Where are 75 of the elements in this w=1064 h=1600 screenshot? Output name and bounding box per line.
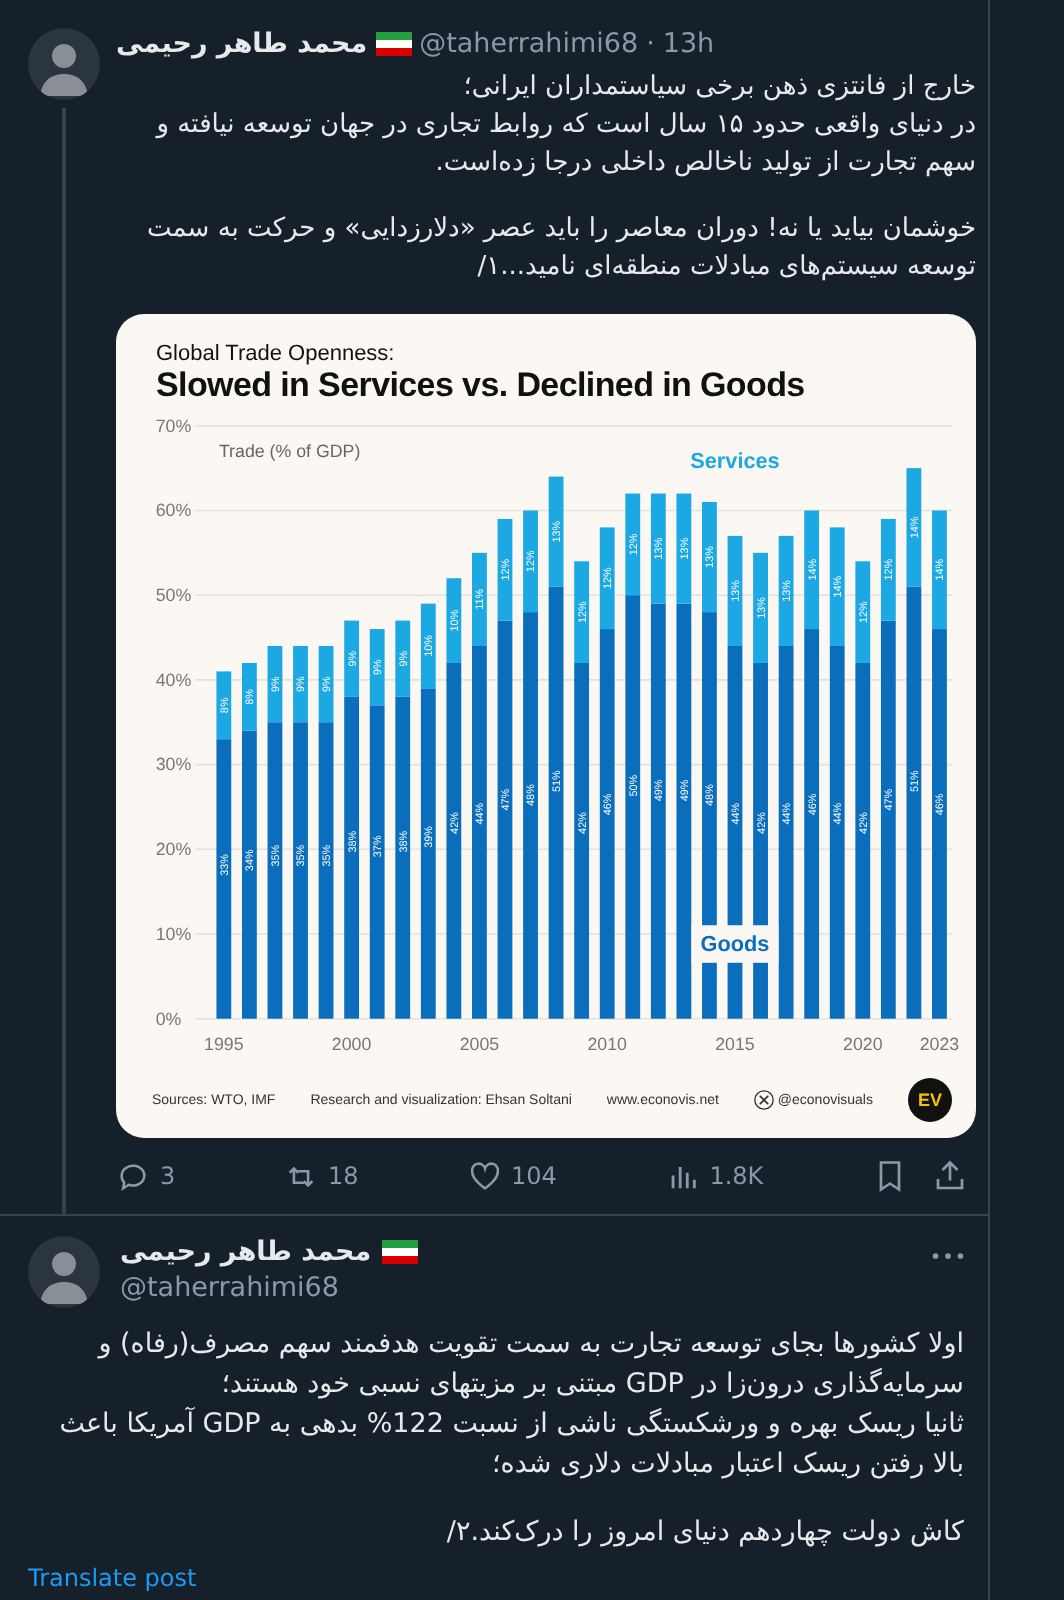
avatar[interactable] bbox=[28, 1236, 100, 1308]
flag-icon bbox=[375, 32, 412, 56]
axis-label: 2010 bbox=[587, 1034, 627, 1055]
services-bar bbox=[906, 468, 922, 587]
services-bar bbox=[242, 662, 257, 731]
avatar[interactable] bbox=[28, 28, 100, 100]
tweet-text: خوشمان بیاید یا نه! دوران معاصر را باید عصر «دلارزدایی» و حرکت به سمت توسعه سیستم‌های مبادلات منطقه‌ای نامید...۱/ bbox=[145, 212, 976, 286]
author-handle[interactable]: @taherrahimi68 bbox=[120, 1272, 912, 1304]
services-bar bbox=[523, 510, 538, 613]
share-icon[interactable] bbox=[931, 1158, 968, 1194]
axis-label: 10% bbox=[155, 923, 192, 944]
axis-label: 1995 bbox=[204, 1034, 244, 1055]
services-bar bbox=[318, 646, 334, 723]
heart-icon bbox=[467, 1159, 502, 1193]
author-handle[interactable]: @taherrahimi68 bbox=[419, 28, 639, 60]
services-bar bbox=[804, 510, 820, 630]
axis-label: 30% bbox=[155, 754, 192, 775]
services-bar bbox=[472, 552, 487, 646]
services-bar bbox=[727, 535, 743, 646]
services-bar bbox=[625, 493, 641, 596]
tweet-text: اولا کشورها بجای توسعه تجارت به سمت تقویت هدفمند سهم مصرف(رفاه) و سرمایه‌گذاری درون‌زا در GDP مبتنی بر مزیتهای نسبی خود هستند؛ ثانیا ریسک بهره و ورشکستگی ناشی از نسبت 122% بدهی به GDP آمریکا باعث بالا رفتن ریسک اعتبار مبادلات دلاری شده؛ bbox=[57, 1326, 964, 1484]
separator-dot: · bbox=[646, 28, 655, 60]
services-bar bbox=[497, 518, 513, 621]
axis-label: 40% bbox=[155, 669, 192, 690]
services-bar bbox=[548, 476, 564, 587]
services-bar bbox=[855, 561, 871, 663]
author-name[interactable]: محمد طاهر رحیمی bbox=[120, 1236, 372, 1268]
services-bar bbox=[676, 493, 692, 604]
services-bar bbox=[574, 561, 590, 663]
services-bar bbox=[932, 510, 947, 630]
services-bar bbox=[420, 603, 436, 689]
services-bar bbox=[267, 646, 283, 723]
chart-title: Slowed in Services vs. Declined in Goods bbox=[154, 366, 807, 406]
axis-label: 70% bbox=[155, 415, 192, 436]
chart-subtitle: Global Trade Openness: bbox=[154, 342, 397, 366]
translate-link[interactable]: Translate post bbox=[28, 1564, 197, 1592]
services-bar bbox=[702, 502, 717, 613]
repost-button[interactable]: 18 bbox=[283, 1159, 359, 1193]
axis-label: 2015 bbox=[715, 1034, 755, 1055]
tweet-text: خارج از فانتزی ذهن برخی سیاستمداران ایرانی؛ در دنیای واقعی حدود ۱۵ سال است که روابط تجاری در جهان توسعه نیافته و سهم تجارت از تولید ناخالص داخلی درجا زده‌است. bbox=[153, 70, 976, 182]
services-bar bbox=[650, 493, 666, 604]
services-bar bbox=[778, 535, 794, 646]
more-icon[interactable] bbox=[932, 1252, 964, 1260]
services-bar bbox=[369, 629, 385, 706]
axis-title: Trade (% of GDP) bbox=[218, 441, 361, 462]
brand-logo: EV bbox=[907, 1078, 952, 1122]
flag-icon bbox=[381, 1240, 418, 1264]
axis-label: 20% bbox=[155, 839, 192, 860]
series-label: Services bbox=[690, 450, 780, 475]
axis-label: 0% bbox=[155, 1008, 182, 1029]
views-button[interactable]: 1.8K bbox=[665, 1159, 764, 1193]
services-bar bbox=[753, 552, 768, 663]
author-name[interactable]: محمد طاهر رحیمی bbox=[116, 28, 368, 60]
services-bar bbox=[446, 578, 462, 663]
reply-button[interactable]: 3 bbox=[116, 1159, 176, 1193]
speech-bubble-icon bbox=[116, 1159, 150, 1193]
x-logo-icon bbox=[753, 1090, 774, 1110]
services-bar bbox=[395, 620, 411, 697]
axis-label: 2005 bbox=[459, 1034, 500, 1055]
services-bar bbox=[344, 620, 360, 697]
services-bar bbox=[216, 671, 232, 740]
services-bar bbox=[829, 527, 845, 646]
like-button[interactable]: 104 bbox=[467, 1159, 557, 1193]
axis-label: 2000 bbox=[331, 1034, 372, 1055]
tweet-text: کاش دولت چهاردهم دنیای امروز را درک‌کند.۲/ bbox=[444, 1514, 964, 1552]
series-label: Goods bbox=[700, 932, 770, 957]
services-bar bbox=[599, 527, 615, 630]
axis-label: 60% bbox=[155, 500, 192, 521]
axis-label: 2020 bbox=[843, 1034, 883, 1055]
infographic-card[interactable] bbox=[116, 314, 976, 1138]
services-bar bbox=[293, 646, 308, 723]
axis-label: 2023 bbox=[919, 1034, 960, 1055]
services-bar bbox=[880, 518, 896, 621]
post-time[interactable]: 13h bbox=[662, 28, 715, 60]
axis-label: 50% bbox=[155, 585, 192, 606]
